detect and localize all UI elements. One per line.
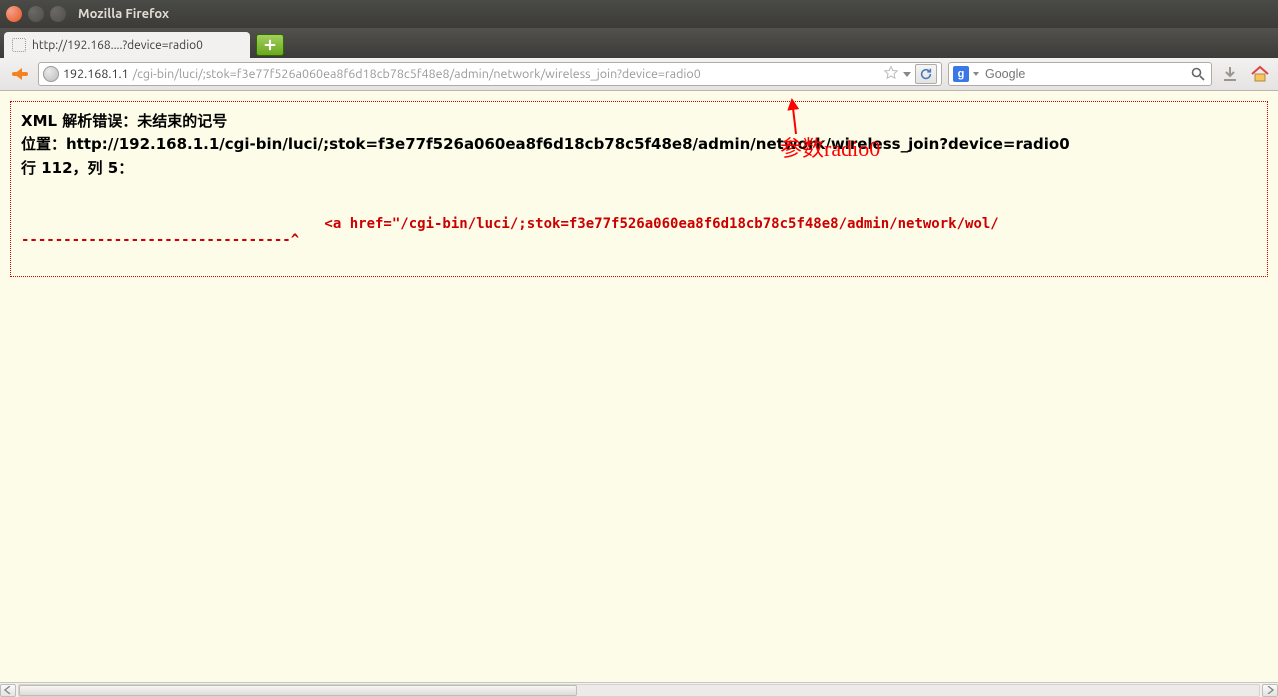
back-arrow-icon — [8, 63, 30, 85]
reload-icon — [919, 67, 933, 81]
window-titlebar: Mozilla Firefox — [0, 0, 1278, 28]
tab-strip: http://192.168....?device=radio0 — [0, 28, 1278, 58]
xml-error-box: XML 解析错误：未结束的记号 位置：http://192.168.1.1/cg… — [10, 101, 1268, 277]
home-button[interactable] — [1248, 62, 1272, 86]
chevron-right-icon — [1266, 686, 1274, 694]
reload-button[interactable] — [915, 64, 937, 84]
magnifier-icon — [1190, 66, 1206, 82]
error-heading-line1: XML 解析错误：未结束的记号 — [21, 110, 1257, 133]
chevron-left-icon — [4, 686, 12, 694]
url-host: 192.168.1.1 — [63, 67, 129, 81]
url-bar[interactable]: 192.168.1.1/cgi-bin/luci/;stok=f3e77f526… — [38, 62, 942, 86]
bookmark-star-icon[interactable] — [883, 65, 899, 84]
back-button[interactable] — [6, 61, 32, 87]
search-go-button[interactable] — [1189, 65, 1207, 83]
site-identity-icon[interactable] — [43, 66, 59, 82]
scroll-left-button[interactable] — [0, 684, 16, 697]
window-close-button[interactable] — [6, 6, 22, 22]
search-input[interactable] — [985, 67, 1183, 81]
scrollbar-thumb[interactable] — [19, 685, 577, 696]
scrollbar-track[interactable] — [18, 684, 1260, 697]
horizontal-scrollbar[interactable] — [0, 682, 1278, 697]
error-source-line: <a href="/cgi-bin/luci/;stok=f3e77f526a0… — [21, 216, 1257, 232]
search-engine-dropdown-icon[interactable] — [973, 72, 979, 76]
search-engine-icon[interactable]: g — [953, 66, 969, 82]
urlbar-right-icons — [883, 64, 937, 84]
url-path: /cgi-bin/luci/;stok=f3e77f526a060ea8f6d1… — [133, 67, 701, 81]
search-bar[interactable]: g — [948, 62, 1212, 86]
error-source-pointer: --------------------------------^ — [21, 232, 1257, 248]
home-icon — [1249, 63, 1271, 85]
scroll-right-button[interactable] — [1262, 684, 1278, 697]
new-tab-button[interactable] — [256, 34, 284, 56]
browser-tab[interactable]: http://192.168....?device=radio0 — [4, 32, 250, 58]
download-icon — [1220, 64, 1240, 84]
window-maximize-button[interactable] — [50, 6, 66, 22]
window-minimize-button[interactable] — [28, 6, 44, 22]
window-title: Mozilla Firefox — [78, 7, 169, 21]
error-heading-line3: 行 112，列 5： — [21, 157, 1257, 180]
plus-icon — [263, 38, 277, 52]
downloads-button[interactable] — [1218, 62, 1242, 86]
page-content: XML 解析错误：未结束的记号 位置：http://192.168.1.1/cg… — [0, 91, 1278, 682]
navigation-toolbar: 192.168.1.1/cgi-bin/luci/;stok=f3e77f526… — [0, 58, 1278, 91]
error-heading-line2: 位置：http://192.168.1.1/cgi-bin/luci/;stok… — [21, 133, 1257, 156]
tab-title: http://192.168....?device=radio0 — [32, 39, 203, 52]
urlbar-dropdown-icon[interactable] — [903, 72, 911, 77]
tab-favicon-icon — [12, 38, 26, 52]
